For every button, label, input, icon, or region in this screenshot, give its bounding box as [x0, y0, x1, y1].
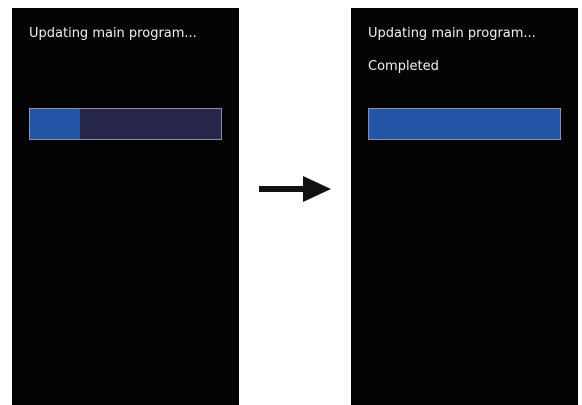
- progress-fill: [369, 109, 560, 139]
- update-sequence-figure: Updating main program... Updating main p…: [0, 0, 582, 405]
- right-arrow-icon: [259, 176, 331, 202]
- update-status-text: Updating main program...: [29, 26, 197, 41]
- update-screen-completed: Updating main program... Completed: [351, 8, 578, 405]
- completed-text: Completed: [368, 59, 439, 74]
- update-progress-bar: [368, 108, 561, 140]
- update-screen-in-progress: Updating main program...: [12, 8, 239, 405]
- update-progress-bar: [29, 108, 222, 140]
- update-status-text: Updating main program...: [368, 26, 536, 41]
- progress-fill: [30, 109, 80, 139]
